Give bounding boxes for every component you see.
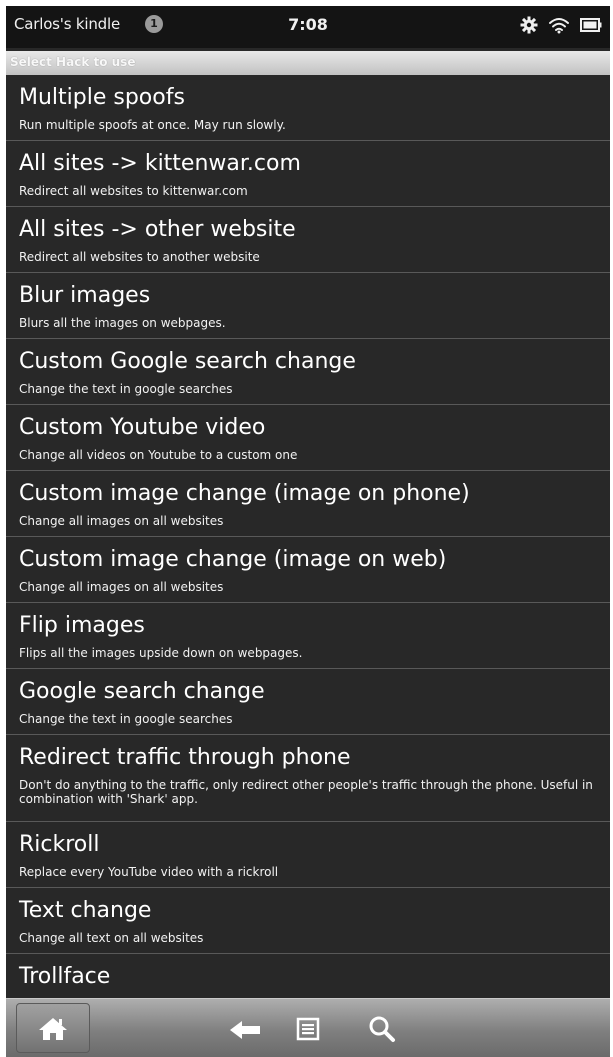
list-item-subtitle: Change all videos on Youtube to a custom…	[19, 448, 298, 462]
list-item-custom-google-search[interactable]: Custom Google search change Change the t…	[6, 339, 610, 405]
list-item-subtitle: Run multiple spoofs at once. May run slo…	[19, 118, 286, 132]
list-item-subtitle: Blurs all the images on webpages.	[19, 316, 226, 330]
list-item-custom-image-phone[interactable]: Custom image change (image on phone) Cha…	[6, 471, 610, 537]
list-item-title: Trollface	[19, 964, 111, 989]
list-item-title: Custom Google search change	[19, 349, 356, 374]
list-item-title: All sites -> other website	[19, 217, 296, 242]
list-item-custom-youtube[interactable]: Custom Youtube video Change all videos o…	[6, 405, 610, 471]
list-item-subtitle: Replace every YouTube video with a rickr…	[19, 865, 279, 879]
menu-icon[interactable]	[296, 1017, 320, 1041]
section-header: Select Hack to use	[6, 51, 610, 75]
list-item-other-website[interactable]: All sites -> other website Redirect all …	[6, 207, 610, 273]
home-icon	[39, 1018, 67, 1040]
list-item-subtitle: Change all text on all websites	[19, 931, 204, 945]
list-item-title: Text change	[19, 898, 152, 923]
list-item-subtitle: Change the text in google searches	[19, 382, 233, 396]
list-item-subtitle: Change all images on all websites	[19, 514, 224, 528]
search-icon[interactable]	[368, 1015, 396, 1043]
list-item-title: Multiple spoofs	[19, 85, 185, 110]
list-item-subtitle: Redirect all websites to another website	[19, 250, 260, 264]
list-item-title: Rickroll	[19, 832, 100, 857]
status-bar: Carlos's kindle 1 7:08	[6, 6, 610, 48]
list-item-title: All sites -> kittenwar.com	[19, 151, 301, 176]
wifi-icon	[548, 16, 570, 34]
list-item-title: Flip images	[19, 613, 145, 638]
list-item-redirect-traffic[interactable]: Redirect traffic through phone Don't do …	[6, 735, 610, 822]
list-item-text-change[interactable]: Text change Change all text on all websi…	[6, 888, 610, 954]
list-item-subtitle: Change all images on all websites	[19, 580, 224, 594]
list-item-kittenwar[interactable]: All sites -> kittenwar.com Redirect all …	[6, 141, 610, 207]
battery-icon	[580, 17, 602, 33]
list-item-title: Custom Youtube video	[19, 415, 266, 440]
list-item-title: Google search change	[19, 679, 265, 704]
back-arrow-icon[interactable]	[228, 1019, 262, 1041]
list-item-title: Blur images	[19, 283, 151, 308]
home-button[interactable]	[16, 1003, 90, 1053]
list-item-flip-images[interactable]: Flip images Flips all the images upside …	[6, 603, 610, 669]
list-item-title: Redirect traffic through phone	[19, 745, 351, 770]
list-item-subtitle: Flips all the images upside down on webp…	[19, 646, 303, 660]
list-item-subtitle: Don't do anything to the traffic, only r…	[19, 778, 593, 806]
list-item-title: Custom image change (image on phone)	[19, 481, 470, 506]
hack-list: Multiple spoofs Run multiple spoofs at o…	[6, 75, 610, 1020]
list-item-title: Custom image change (image on web)	[19, 547, 447, 572]
list-item-custom-image-web[interactable]: Custom image change (image on web) Chang…	[6, 537, 610, 603]
list-item-google-search-change[interactable]: Google search change Change the text in …	[6, 669, 610, 735]
list-item-subtitle: Redirect all websites to kittenwar.com	[19, 184, 248, 198]
list-item-blur-images[interactable]: Blur images Blurs all the images on webp…	[6, 273, 610, 339]
bottom-nav-bar	[6, 998, 610, 1057]
screen: Carlos's kindle 1 7:08 Select Hack to us…	[6, 6, 610, 1057]
list-item-multiple-spoofs[interactable]: Multiple spoofs Run multiple spoofs at o…	[6, 75, 610, 141]
list-item-subtitle: Change the text in google searches	[19, 712, 233, 726]
settings-gear-icon[interactable]	[520, 16, 538, 34]
list-item-rickroll[interactable]: Rickroll Replace every YouTube video wit…	[6, 822, 610, 888]
section-header-title: Select Hack to use	[10, 55, 136, 69]
